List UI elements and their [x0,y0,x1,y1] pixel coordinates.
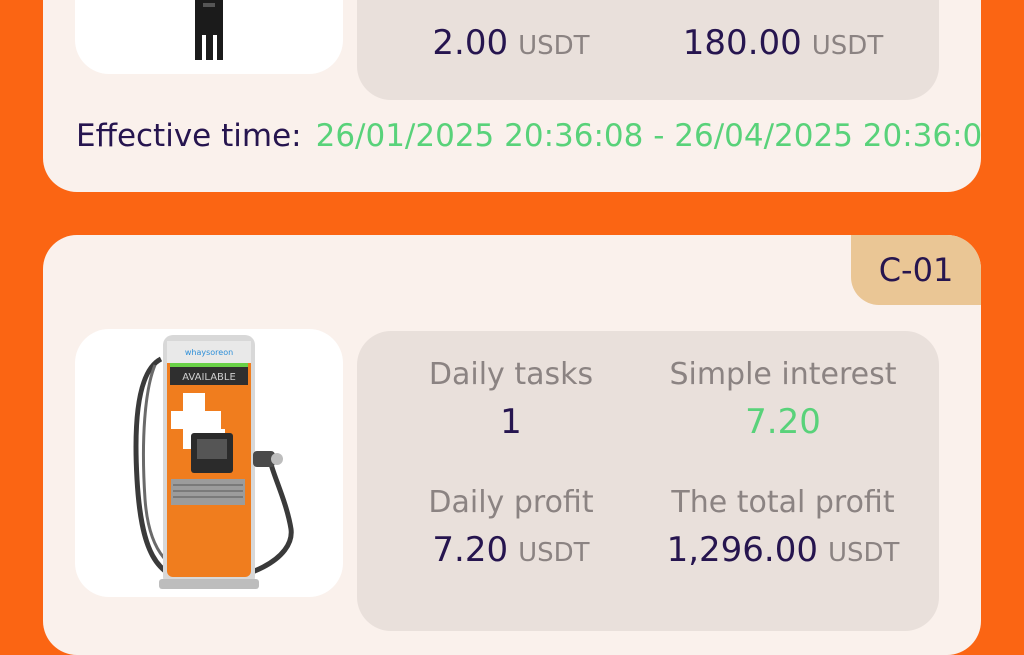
effective-time-value: 26/01/2025 20:36:08 - 26/04/2025 20:36:0… [315,118,981,154]
charger-screen-text: AVAILABLE [182,372,236,383]
daily-tasks-value: 1 [500,402,522,442]
product-card-c01[interactable]: C-01 AVAILABLE whaysoreon Daily tasks 1 … [43,235,981,655]
daily-profit-label: Daily profit [428,485,594,520]
simple-interest-value: 7.20 [745,402,821,442]
daily-profit-value: 2.00 USDT [432,23,590,63]
simple-interest-label: Simple interest [669,357,897,392]
stats-panel: Daily tasks 1 Simple interest 7.20 Daily… [357,331,939,631]
total-profit-value: 180.00 USDT [682,23,884,63]
product-image: AVAILABLE whaysoreon [75,329,343,597]
charger-image-partial [195,0,223,60]
daily-tasks-label: Daily tasks [428,357,594,392]
daily-tasks-stat: Daily tasks 1 [371,357,651,443]
total-profit-stat: 180.00 USDT [643,14,923,67]
product-card-previous: 2.00 USDT 180.00 USDT Effective time: 26/01… [43,0,981,192]
daily-profit-stat: Daily profit 7.20 USDT [371,485,651,574]
product-image [75,0,343,74]
product-code-badge: C-01 [851,235,981,305]
daily-profit-value: 7.20 USDT [432,530,590,570]
effective-time-label: Effective time: [76,118,302,154]
ev-charger-icon: AVAILABLE whaysoreon [133,335,294,589]
total-profit-stat: The total profit 1,296.00 USDT [643,485,923,574]
effective-time: Effective time: 26/01/2025 20:36:08 - 26/… [76,116,981,156]
stats-panel: 2.00 USDT 180.00 USDT [357,0,939,100]
total-profit-label: The total profit [671,485,895,520]
total-profit-value: 1,296.00 USDT [666,530,900,570]
daily-profit-stat: 2.00 USDT [371,14,651,67]
charger-brand-text: whaysoreon [185,348,233,357]
simple-interest-stat: Simple interest 7.20 [643,357,923,443]
